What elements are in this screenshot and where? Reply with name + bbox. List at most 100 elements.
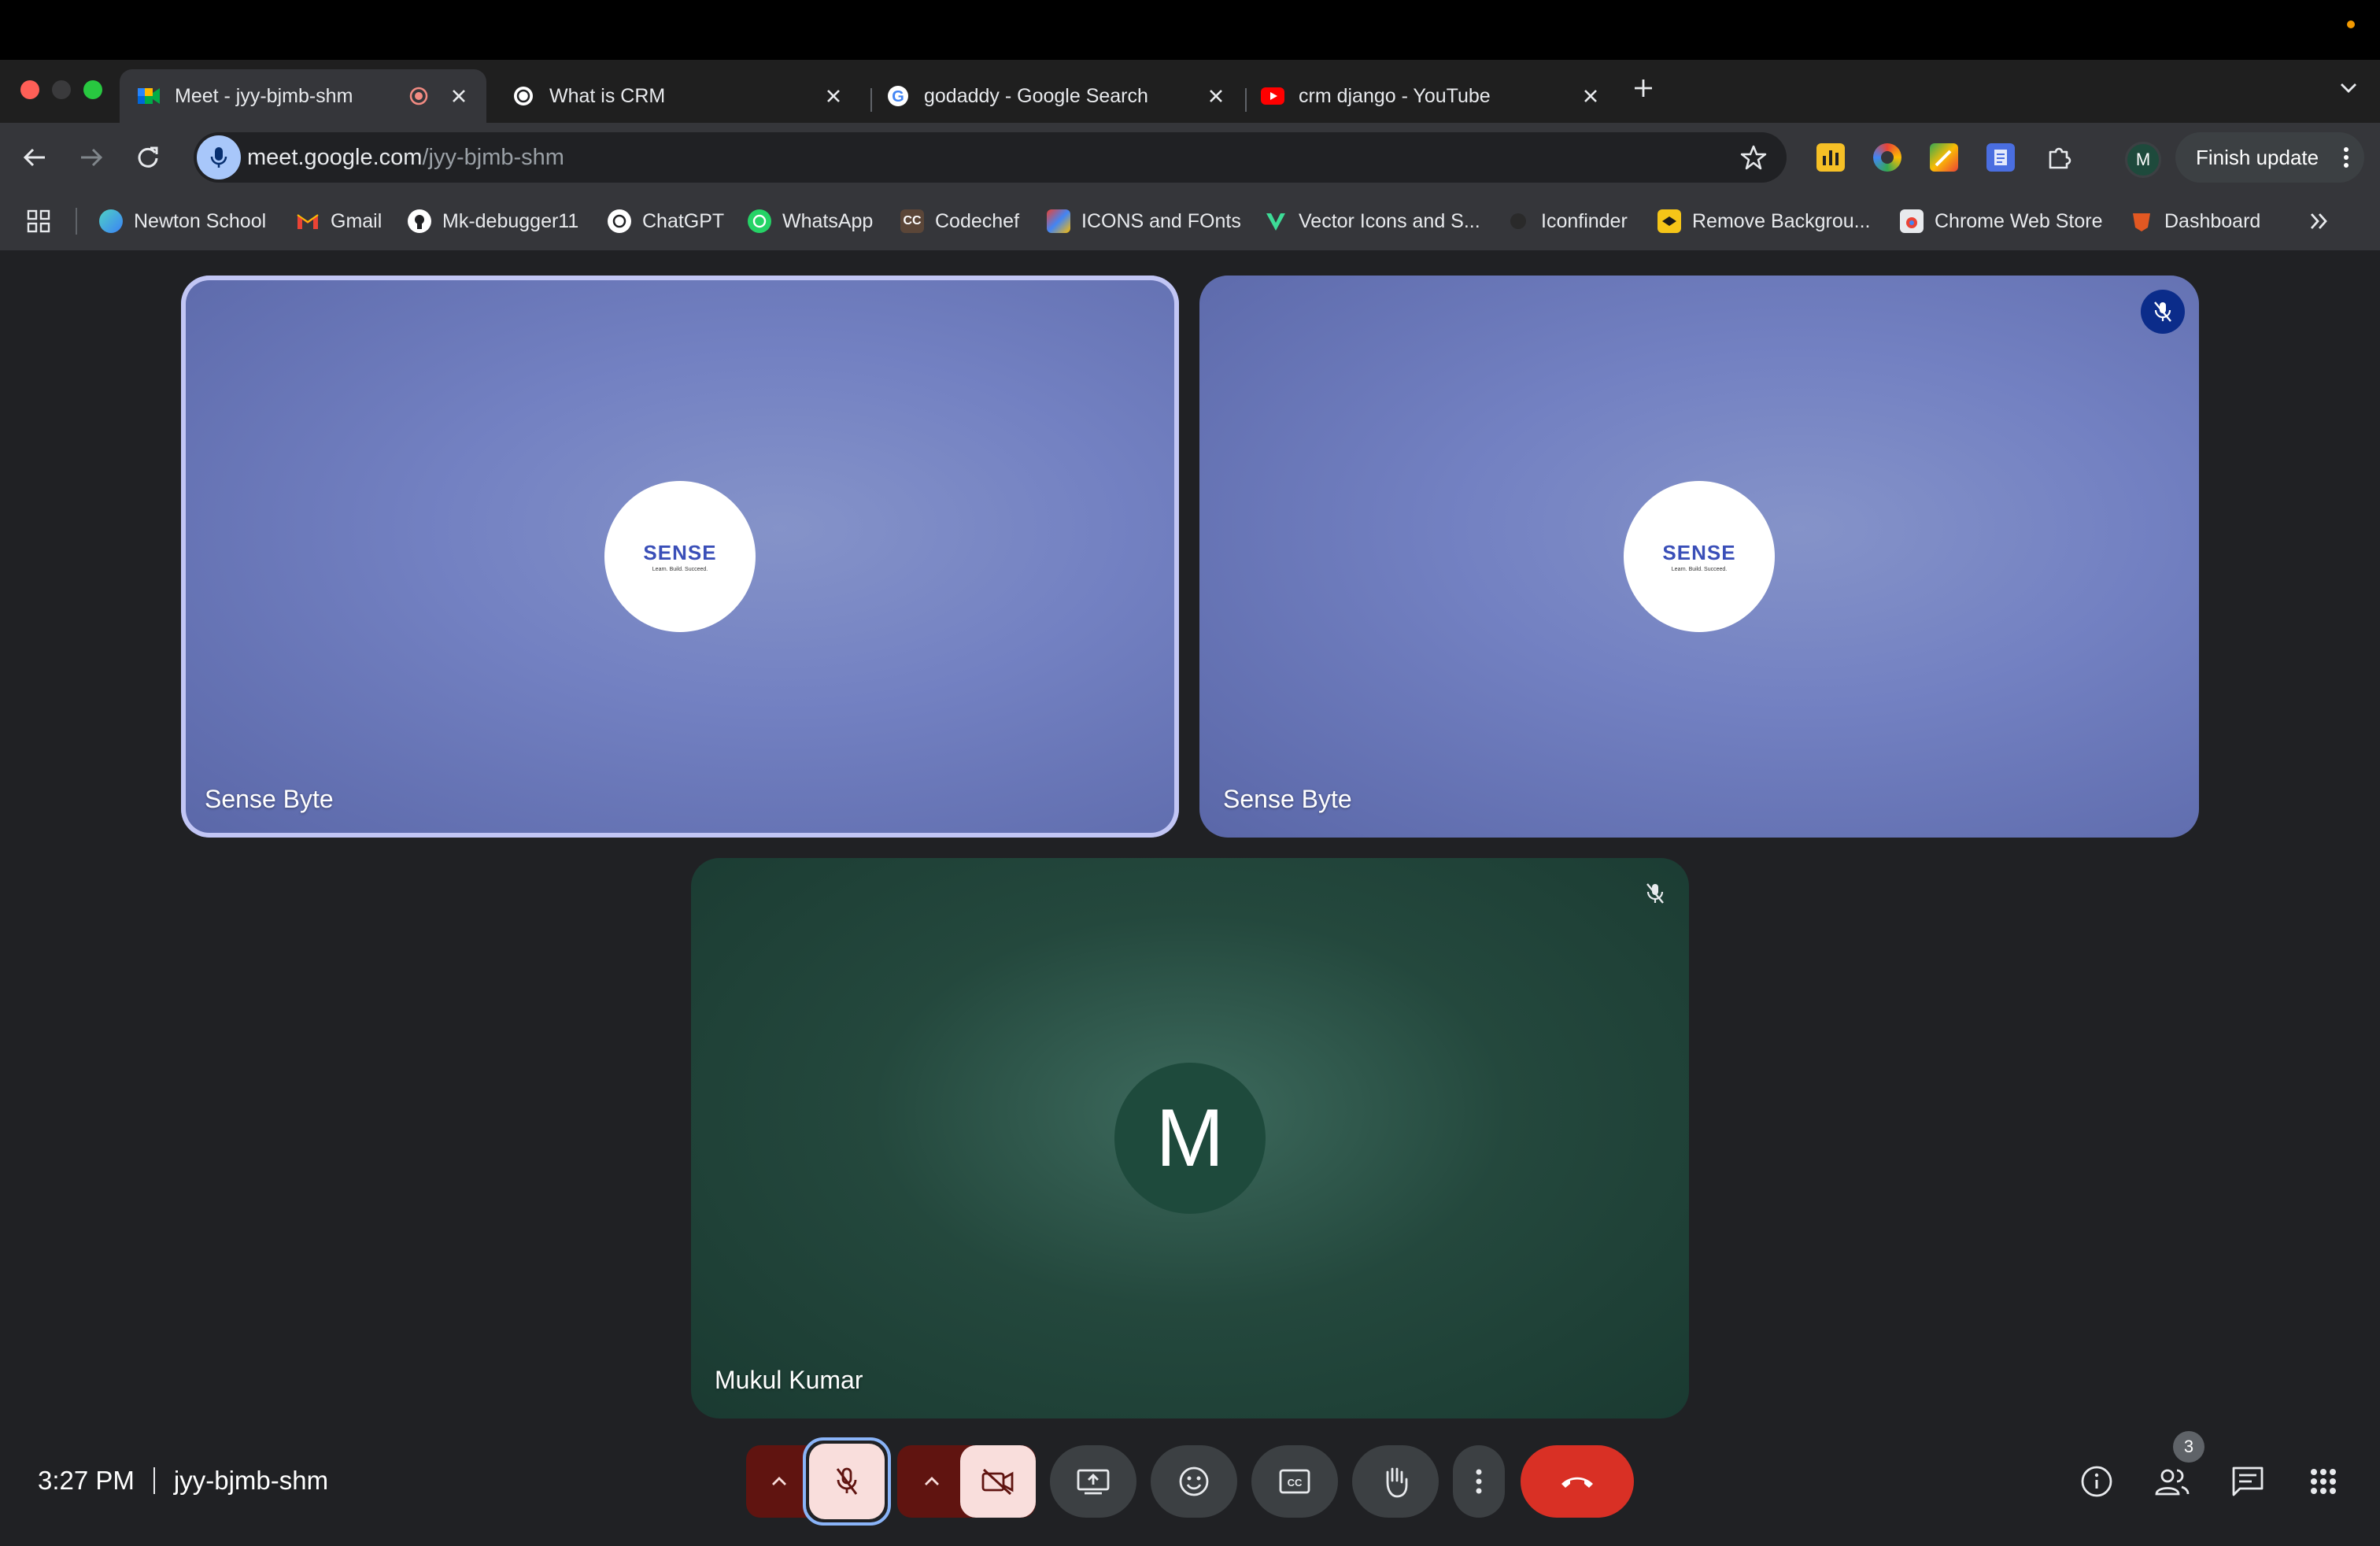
meeting-details-button[interactable] [2073,1458,2120,1505]
tab-search-chevron-icon[interactable] [2331,71,2366,105]
url-host: meet.google.com [247,145,423,170]
back-arrow-icon[interactable] [17,140,52,175]
emoji-icon [1179,1466,1209,1496]
participant-tile-sense-byte[interactable]: SENSE Learn. Build. Succeed. Sense Byte [181,276,1179,838]
raise-hand-button[interactable] [1352,1445,1439,1518]
more-options-button[interactable] [1453,1445,1505,1518]
window-close-button[interactable] [20,80,39,99]
more-vertical-icon[interactable] [2342,146,2350,168]
bookmark-label: Mk-debugger11 [442,209,579,232]
apps-grid-icon[interactable] [27,206,50,236]
bookmark-codechef[interactable]: CC Codechef [900,206,1019,236]
bookmark-icons-and-fonts[interactable]: ICONS and FOnts [1047,206,1241,236]
url-text[interactable]: meet.google.com/jyy-bjmb-shm [247,145,564,171]
video-options-chevron-icon[interactable] [908,1445,955,1518]
extension-reader-icon[interactable] [1986,143,2015,172]
bookmark-mk-debugger11[interactable]: Mk-debugger11 [408,206,578,236]
participant-logo: SENSE Learn. Build. Succeed. [1624,481,1775,632]
chat-icon [2232,1466,2264,1496]
recording-icon [409,87,428,105]
finish-update-label: Finish update [2196,145,2319,169]
participant-tile-mukul-kumar[interactable]: M Mukul Kumar [691,858,1689,1418]
meeting-details-divider [153,1467,155,1494]
notification-dot [2347,20,2355,28]
leave-call-button[interactable] [1521,1445,1634,1518]
microphone-in-use-icon[interactable] [197,135,241,179]
tab-godaddy-search[interactable]: G godaddy - Google Search [869,69,1244,123]
codechef-icon: CC [900,209,924,233]
bookmark-remove-background[interactable]: Remove Backgrou... [1658,206,1871,236]
send-reaction-button[interactable] [1151,1445,1237,1518]
logo-tagline: Learn. Build. Succeed. [652,567,708,572]
mic-off-icon [836,1467,858,1495]
activities-button[interactable] [2300,1458,2347,1505]
bookmark-label: ChatGPT [642,209,725,232]
bookmark-iconfinder[interactable]: Iconfinder [1506,206,1628,236]
reload-icon[interactable] [131,140,165,175]
google-meet-icon [137,84,161,108]
camera-off-icon [981,1468,1014,1495]
tab-meet[interactable]: Meet - jyy-bjmb-shm [120,69,486,123]
participant-avatar: M [1114,1063,1266,1214]
github-icon [408,209,431,233]
tab-what-is-crm[interactable]: What is CRM [494,69,861,123]
extension-eyedropper-icon[interactable] [1930,143,1958,172]
bookmark-whatsapp[interactable]: WhatsApp [748,206,873,236]
people-button[interactable] [2149,1458,2196,1505]
bookmark-label: WhatsApp [782,209,874,232]
bookmark-vector-icons[interactable]: Vector Icons and S... [1264,206,1480,236]
bookmark-star-icon[interactable] [1739,143,1768,172]
tab-title: What is CRM [549,84,666,107]
audio-options-chevron-icon[interactable] [756,1445,803,1518]
whatsapp-icon [748,209,771,233]
address-bar[interactable]: meet.google.com/jyy-bjmb-shm [194,132,1787,183]
bookmark-dashboard[interactable]: Dashboard [2130,206,2260,236]
toggle-camera-button[interactable] [960,1445,1036,1518]
close-tab-icon[interactable] [1206,86,1226,106]
extensions-puzzle-icon[interactable] [2042,140,2076,175]
tab-title: godaddy - Google Search [924,84,1148,107]
svg-text:G: G [892,88,904,105]
bookmark-label: Codechef [935,209,1020,232]
more-bookmarks-chevron-icon[interactable] [2309,206,2330,236]
tab-crm-django-youtube[interactable]: crm django - YouTube [1244,69,1618,123]
bookmark-gmail[interactable]: Gmail [296,206,382,236]
toggle-microphone-button[interactable] [809,1444,885,1519]
bookmarks-bar: Newton School Gmail Mk-debugger11 ChatGP… [0,192,2380,252]
participant-name: Sense Byte [1223,785,1352,813]
close-tab-icon[interactable] [823,86,844,106]
bookmark-chrome-web-store[interactable]: Chrome Web Store [1900,206,2103,236]
participant-name: Sense Byte [205,785,334,813]
participant-tile-sense-byte-2[interactable]: SENSE Learn. Build. Succeed. Sense Byte [1199,276,2199,838]
menu-bar [0,0,2380,60]
window-minimize-button[interactable] [52,80,71,99]
window-zoom-button[interactable] [83,80,102,99]
extension-color-picker-icon[interactable] [1873,143,1901,172]
finish-update-button[interactable]: Finish update [2175,132,2364,183]
google-icon: G [886,84,910,108]
present-screen-icon [1077,1469,1110,1495]
bookmark-label: Dashboard [2164,209,2261,232]
bookmark-chatgpt[interactable]: ChatGPT [608,206,724,236]
close-tab-icon[interactable] [449,86,469,106]
icons-fonts-icon [1047,209,1070,233]
apps-grid-icon [2311,1469,2336,1494]
extension-analytics-icon[interactable] [1816,143,1845,172]
chatgpt-icon [512,84,535,108]
captions-button[interactable]: CC [1251,1445,1338,1518]
profile-avatar[interactable]: M [2125,142,2161,178]
bookmark-newton-school[interactable]: Newton School [99,206,266,236]
present-screen-button[interactable] [1050,1445,1136,1518]
bookmark-label: ICONS and FOnts [1081,209,1241,232]
forward-arrow-icon[interactable] [74,140,109,175]
participant-count-badge: 3 [2173,1431,2204,1463]
new-tab-icon[interactable] [1626,71,1661,105]
close-tab-icon[interactable] [1580,86,1601,106]
logo-brand-text: SENSE [1662,541,1736,564]
tab-title: crm django - YouTube [1299,84,1491,107]
raise-hand-icon [1386,1467,1408,1498]
chrome-web-store-icon [1900,209,1924,233]
chat-button[interactable] [2224,1458,2271,1505]
newton-school-icon [99,209,123,233]
end-call-icon [1561,1477,1593,1488]
